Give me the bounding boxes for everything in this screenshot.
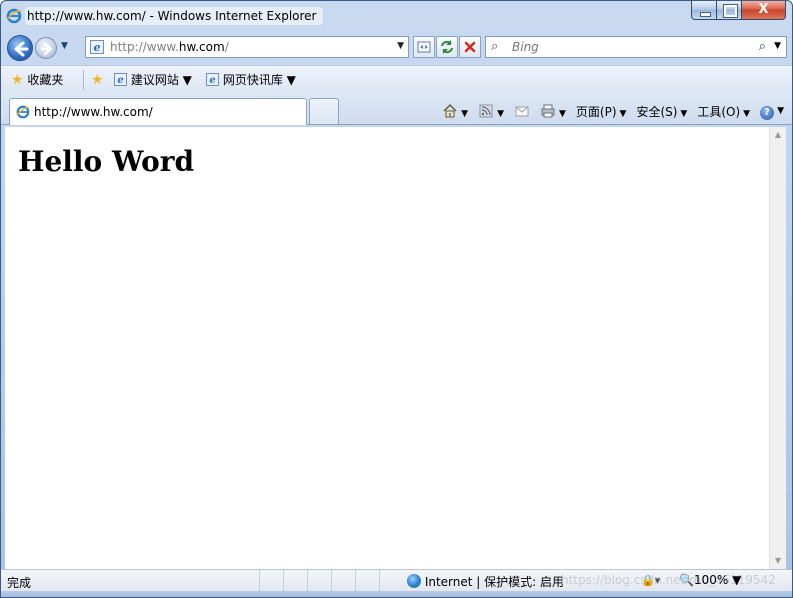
ie-icon	[6, 8, 22, 24]
maximize-button[interactable]	[717, 1, 742, 20]
url-suffix: /	[224, 40, 229, 54]
close-icon: X	[758, 2, 769, 17]
page-viewport[interactable]: Hello Word	[5, 127, 769, 569]
add-to-favorites-bar-button[interactable]: ★	[91, 71, 104, 89]
tools-menu[interactable]: 工具(O) ▼	[697, 103, 750, 120]
suggested-sites-link[interactable]: e 建议网站 ▼	[114, 71, 192, 89]
add-favorite-icon: ★	[91, 72, 104, 88]
security-zone-label: Internet | 保护模式: 启用	[424, 575, 565, 589]
address-buttons	[413, 36, 482, 58]
forward-arrow-icon	[40, 42, 53, 56]
search-go-icon[interactable]: ⌕	[759, 39, 766, 54]
favorites-button[interactable]: ★ 收藏夹	[11, 71, 63, 89]
status-panel	[331, 570, 355, 592]
tab-label: http://www.hw.com/	[34, 105, 153, 119]
security-zone[interactable]: Internet | 保护模式: 启用	[407, 573, 564, 590]
tab-bar: http://www.hw.com/ ▼ ▼ ▼ 页面(P) ▼ 安全(S) ▼…	[1, 93, 792, 125]
print-button[interactable]: ▼	[540, 103, 566, 119]
compatibility-view-button[interactable]	[413, 36, 435, 58]
svg-text:e: e	[94, 41, 101, 54]
mail-icon	[515, 106, 529, 117]
stop-button[interactable]	[459, 36, 481, 58]
status-bar: 完成 Internet | 保护模式: 启用 https://blog.csdn…	[1, 569, 792, 592]
globe-icon	[407, 574, 421, 588]
address-dropdown-icon[interactable]: ▼	[397, 41, 404, 51]
forward-button[interactable]	[35, 37, 57, 59]
search-options-dropdown-icon[interactable]: ▼	[774, 41, 781, 51]
web-slice-gallery-link[interactable]: e 网页快讯库 ▼	[206, 71, 296, 89]
tab-active[interactable]: http://www.hw.com/	[9, 98, 307, 125]
status-panel	[355, 570, 379, 592]
url-prefix: http://www.	[110, 40, 179, 54]
safety-menu[interactable]: 安全(S) ▼	[636, 103, 687, 120]
caption-buttons: X	[691, 1, 786, 21]
zoom-level[interactable]: 🔍100% ▼	[679, 573, 741, 587]
status-panel	[283, 570, 307, 592]
ie-page-icon: e	[206, 73, 219, 86]
ie-icon	[16, 105, 30, 119]
zoom-dropdown-icon[interactable]: ▼	[732, 573, 741, 587]
url-domain: hw.com	[178, 40, 225, 54]
favorites-bar: ★ 收藏夹 ★ e 建议网站 ▼ e 网页快讯库 ▼	[1, 65, 792, 93]
compatibility-view-icon	[417, 41, 431, 53]
search-box[interactable]: ⌕ ⌕ ▼	[485, 36, 787, 58]
vertical-scrollbar[interactable]: ▲ ▼	[769, 127, 786, 569]
ie-page-icon: e	[114, 73, 127, 86]
svg-text:e: e	[117, 75, 123, 86]
minimize-button[interactable]	[691, 1, 717, 20]
status-panel	[379, 570, 403, 592]
safety-menu-label: 安全(S)	[636, 104, 678, 119]
search-icon: ⌕	[491, 39, 499, 54]
home-button[interactable]: ▼	[442, 103, 468, 119]
help-icon: ?	[760, 106, 775, 120]
close-button[interactable]: X	[742, 1, 786, 20]
refresh-button[interactable]	[436, 36, 458, 58]
status-panel	[307, 570, 331, 592]
title-bar[interactable]: http://www.hw.com/ - Windows Internet Ex…	[1, 1, 792, 31]
feeds-button[interactable]: ▼	[478, 103, 504, 119]
browser-window: http://www.hw.com/ - Windows Internet Ex…	[0, 0, 793, 598]
command-bar: ▼ ▼ ▼ 页面(P) ▼ 安全(S) ▼ 工具(O) ▼ ? ▼	[432, 101, 784, 121]
status-panel	[259, 570, 283, 592]
print-icon	[541, 104, 555, 118]
zoom-label: 100%	[693, 573, 729, 587]
history-dropdown-icon[interactable]: ▼	[61, 41, 68, 51]
window-title: http://www.hw.com/ - Windows Internet Ex…	[25, 7, 323, 25]
web-slice-gallery-label: 网页快讯库 ▼	[222, 73, 296, 87]
status-text: 完成	[7, 576, 32, 590]
home-icon	[443, 103, 457, 118]
stop-icon	[464, 41, 476, 53]
window-bottom-border	[1, 591, 792, 597]
status-panels	[259, 570, 403, 592]
search-input[interactable]	[512, 39, 712, 55]
favorites-separator	[83, 70, 84, 90]
favorites-label: 收藏夹	[27, 73, 64, 87]
help-menu[interactable]: ? ▼	[760, 102, 784, 120]
address-bar[interactable]: e http://www.hw.com/ ▼	[85, 36, 409, 58]
page-menu-label: 页面(P)	[575, 104, 617, 119]
navigation-bar: ▼ e http://www.hw.com/ ▼ ⌕ Bing ⌕ ▼	[1, 33, 792, 61]
ie-page-icon: e	[90, 40, 104, 54]
suggested-sites-label: 建议网站 ▼	[130, 73, 192, 87]
svg-text:e: e	[209, 75, 215, 86]
address-url[interactable]: http://www.hw.com/	[110, 40, 229, 54]
new-tab-button[interactable]	[309, 98, 339, 124]
padlock-icon[interactable]: 🔒▾	[641, 574, 660, 587]
zoom-icon: 🔍	[679, 573, 694, 587]
watermark-text: https://blog.csdn.net/m0_46119542	[561, 573, 776, 587]
star-icon: ★	[11, 72, 24, 88]
scroll-up-icon[interactable]: ▲	[770, 127, 786, 143]
page-menu[interactable]: 页面(P) ▼	[576, 103, 627, 120]
refresh-icon	[441, 40, 453, 54]
back-button[interactable]	[7, 35, 33, 61]
back-arrow-icon	[14, 41, 29, 57]
read-mail-button[interactable]	[514, 103, 530, 119]
scroll-down-icon[interactable]: ▼	[770, 553, 786, 569]
page-heading: Hello Word	[18, 145, 195, 178]
feeds-icon	[479, 104, 493, 118]
tools-menu-label: 工具(O)	[697, 104, 741, 119]
